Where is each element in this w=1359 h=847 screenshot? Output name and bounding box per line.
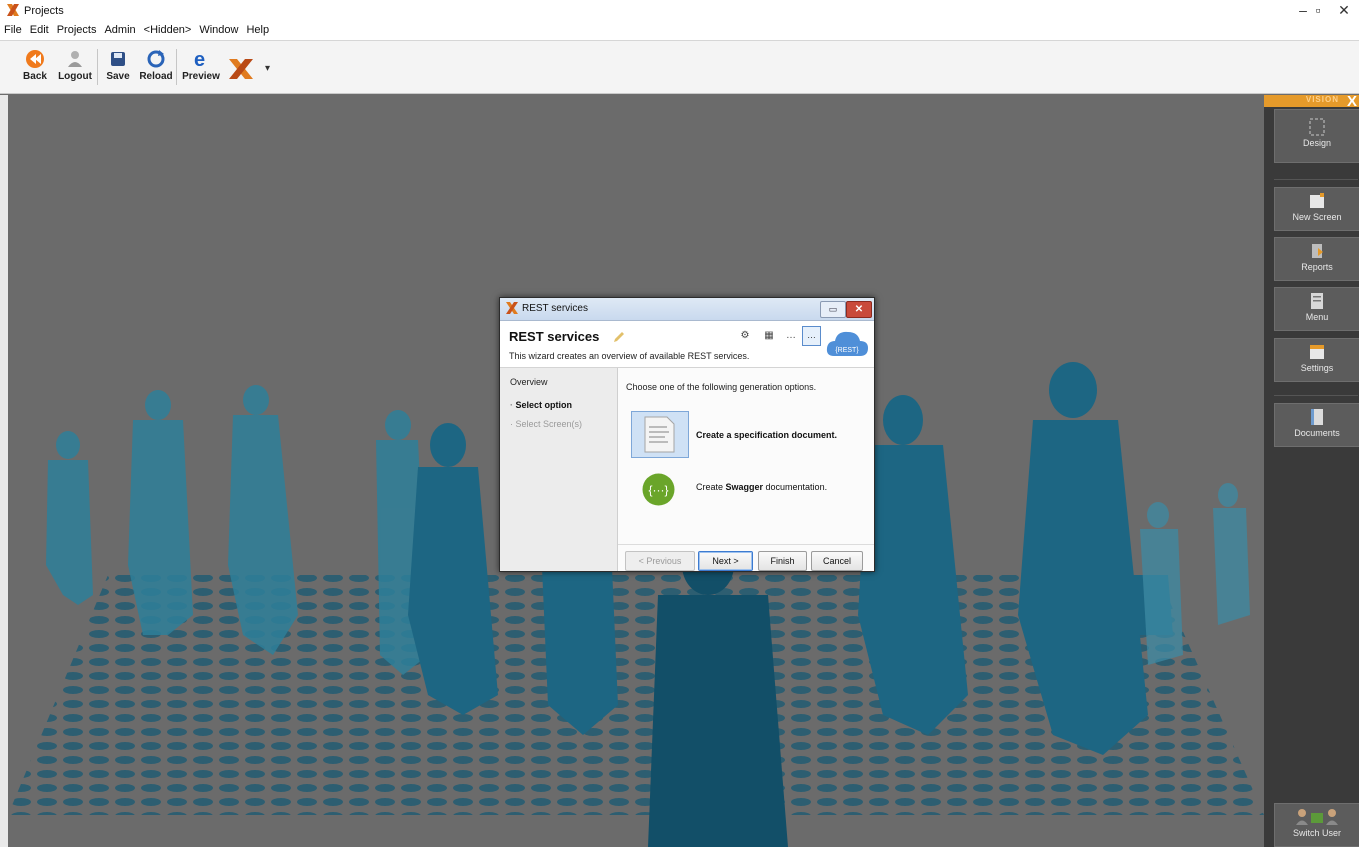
step-select-screens-label: Select Screen(s) bbox=[515, 419, 583, 429]
save-label: Save bbox=[106, 71, 130, 82]
rest-cloud-icon: {REST} bbox=[826, 331, 868, 356]
previous-button[interactable]: < Previous bbox=[625, 551, 695, 571]
close-button[interactable]: ✕ bbox=[1329, 0, 1359, 22]
save-button[interactable]: Save bbox=[99, 45, 137, 89]
documents-label: Documents bbox=[1294, 428, 1340, 438]
switch-user-icon bbox=[1296, 809, 1338, 825]
dialog-title-bar[interactable]: REST services ▭ ✕ bbox=[500, 298, 874, 321]
new-screen-button[interactable]: New Screen bbox=[1274, 187, 1359, 231]
panel-divider bbox=[1274, 179, 1358, 180]
swagger-icon[interactable]: {···} bbox=[642, 473, 675, 506]
reports-label: Reports bbox=[1301, 262, 1333, 272]
preview-button[interactable]: e Preview bbox=[182, 45, 220, 89]
vision-dropdown-icon[interactable]: ▾ bbox=[265, 63, 270, 74]
next-button[interactable]: Next > bbox=[698, 551, 753, 571]
new-screen-icon bbox=[1310, 193, 1324, 208]
menu-bar: File Edit Projects Admin <Hidden> Window Help bbox=[0, 22, 1359, 41]
switch-user-label: Switch User bbox=[1292, 828, 1341, 838]
dialog-close-button[interactable]: ✕ bbox=[846, 301, 872, 318]
app-logo-icon bbox=[7, 4, 19, 16]
window-icon[interactable]: ▦ bbox=[762, 330, 776, 344]
menu-edit[interactable]: Edit bbox=[26, 22, 53, 36]
right-panel-header: VISION X bbox=[1264, 93, 1359, 110]
menu-help[interactable]: Help bbox=[242, 22, 273, 36]
panel-divider bbox=[1274, 395, 1358, 396]
left-collapse-strip[interactable] bbox=[0, 95, 8, 847]
brand-x-icon: X bbox=[1346, 93, 1357, 110]
preview-icon: e bbox=[194, 49, 205, 69]
menu-icon bbox=[1311, 293, 1323, 309]
window-title: Projects bbox=[24, 5, 64, 17]
back-icon bbox=[26, 50, 44, 68]
settings-button[interactable]: Settings ▾ bbox=[1274, 338, 1359, 382]
design-icon bbox=[1309, 118, 1325, 136]
design-label: Design bbox=[1302, 138, 1331, 148]
dialog-minimize-button[interactable]: ▭ bbox=[820, 301, 846, 318]
option-swagger-bold: Swagger bbox=[725, 482, 764, 492]
option-swagger-label[interactable]: Create Swagger documentation. bbox=[696, 482, 827, 492]
cancel-button[interactable]: Cancel bbox=[811, 551, 863, 571]
settings-icon bbox=[1310, 345, 1324, 359]
option-swagger-prefix: Create bbox=[696, 482, 726, 492]
title-bar: Projects – ▫ ✕ bbox=[0, 0, 1359, 22]
steps-title: Overview bbox=[510, 377, 548, 387]
rest-services-dialog: REST services ▭ ✕ REST services This wiz… bbox=[499, 297, 875, 572]
menu-projects[interactable]: Projects bbox=[53, 22, 101, 36]
reload-label: Reload bbox=[139, 71, 173, 82]
switch-user-button[interactable]: Switch User bbox=[1274, 803, 1359, 847]
toolbar-divider bbox=[97, 49, 98, 85]
step-select-screens: · Select Screen(s) bbox=[510, 419, 583, 429]
wizard-steps-panel: Overview · Select option · Select Screen… bbox=[500, 368, 618, 571]
option-specification-tile[interactable] bbox=[631, 411, 689, 458]
menu-window[interactable]: Window bbox=[195, 22, 242, 36]
toolbar: Back Logout Save Reload e Preview ▾ bbox=[0, 41, 1359, 94]
design-button[interactable]: Design bbox=[1274, 109, 1359, 163]
specification-document-icon bbox=[644, 416, 675, 453]
wizard-content: Choose one of the following generation o… bbox=[618, 368, 874, 571]
brand-label: VISION bbox=[1305, 95, 1339, 104]
plugin-icon[interactable]: ⚙ bbox=[738, 330, 752, 344]
step-select-option-label: Select option bbox=[515, 400, 573, 410]
new-screen-label: New Screen bbox=[1292, 212, 1342, 222]
back-button[interactable]: Back bbox=[16, 45, 54, 89]
dialog-subtitle: This wizard creates an overview of avail… bbox=[509, 351, 750, 361]
reports-button[interactable]: Reports bbox=[1274, 237, 1359, 281]
svg-text:e: e bbox=[194, 49, 205, 69]
finish-button[interactable]: Finish bbox=[758, 551, 807, 571]
option-specification-label[interactable]: Create a specification document. bbox=[696, 430, 837, 440]
step-select-option: · Select option bbox=[510, 400, 573, 410]
toolbar-divider bbox=[176, 49, 177, 85]
reload-icon bbox=[147, 50, 165, 68]
reload-button[interactable]: Reload bbox=[137, 45, 175, 89]
save-icon bbox=[111, 52, 125, 66]
more-options-icon[interactable]: … bbox=[784, 330, 798, 344]
right-panel: VISION X Design New Screen Reports Menu … bbox=[1264, 93, 1359, 847]
settings-label: Settings bbox=[1300, 363, 1334, 373]
wizard-button-row: < Previous Next > Finish Cancel bbox=[618, 544, 874, 571]
menu-button[interactable]: Menu bbox=[1274, 287, 1359, 331]
menu-file[interactable]: File bbox=[0, 22, 26, 36]
logout-label: Logout bbox=[58, 71, 92, 82]
svg-text:{···}: {···} bbox=[648, 483, 668, 497]
preview-label: Preview bbox=[182, 71, 220, 82]
edit-pencil-icon[interactable] bbox=[612, 330, 626, 344]
back-label: Back bbox=[23, 71, 47, 82]
browse-button[interactable]: … bbox=[802, 326, 821, 346]
dialog-heading: REST services bbox=[509, 329, 600, 344]
logout-icon bbox=[68, 51, 82, 67]
documents-icon bbox=[1311, 409, 1323, 425]
content-prompt: Choose one of the following generation o… bbox=[626, 382, 817, 392]
rest-cloud-label: {REST} bbox=[835, 347, 859, 354]
documents-button[interactable]: Documents ▾ bbox=[1274, 403, 1359, 447]
dialog-header: REST services This wizard creates an ove… bbox=[500, 321, 874, 368]
menu-label: Menu bbox=[1305, 312, 1329, 322]
logout-button[interactable]: Logout bbox=[56, 45, 94, 89]
reports-icon bbox=[1312, 244, 1323, 258]
menu-hidden[interactable]: <Hidden> bbox=[140, 22, 196, 36]
dialog-window-title: REST services bbox=[522, 303, 588, 314]
dialog-logo-icon bbox=[506, 302, 518, 314]
option-swagger-suffix: documentation. bbox=[763, 482, 828, 492]
vision-x-icon[interactable] bbox=[227, 57, 255, 81]
menu-admin[interactable]: Admin bbox=[100, 22, 139, 36]
